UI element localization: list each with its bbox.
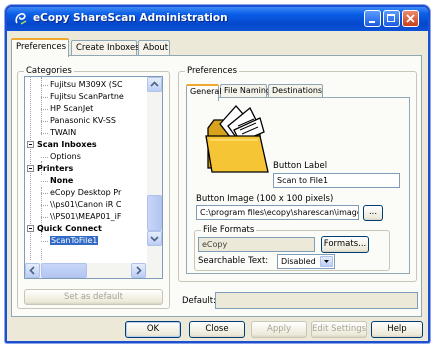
tree-item-fujitsu-scanpartner[interactable]: Fujitsu ScanPartne — [50, 92, 124, 101]
preferences-legend: Preferences — [185, 66, 239, 76]
scroll-up-button[interactable] — [147, 77, 162, 92]
searchable-text-select[interactable]: Disabled — [277, 254, 335, 269]
collapse-scan-inboxes-icon[interactable] — [27, 141, 34, 148]
maximize-button[interactable] — [383, 10, 400, 27]
scroll-right-button[interactable] — [131, 263, 146, 278]
tree-item-ps01-canon[interactable]: \\ps01\Canon iR C — [50, 200, 122, 209]
tab-file-naming[interactable]: File Naming — [220, 84, 271, 98]
formats-button[interactable]: Formats... — [321, 236, 369, 253]
categories-legend: Categories — [24, 66, 74, 76]
apply-button[interactable]: Apply — [251, 321, 307, 338]
file-formats-legend: File Formats — [201, 225, 257, 235]
admin-window: eCopy ShareScan Administration Preferenc… — [5, 5, 430, 343]
button-image-path-input[interactable]: C:\program files\ecopy\sharescan\images — [196, 205, 359, 220]
tree-item-quick-connect[interactable]: Quick Connect — [37, 224, 102, 233]
tree-line — [41, 181, 48, 182]
edit-settings-button[interactable]: Edit Settings — [311, 321, 367, 338]
tree-item-fujitsu-m309x[interactable]: Fujitsu M309X (SC — [50, 80, 123, 89]
searchable-text-value: Disabled — [281, 257, 316, 266]
scroll-left-button[interactable] — [25, 263, 40, 278]
general-tab-panel: Button Label Scan to File1 Button Image … — [186, 97, 410, 274]
tree-item-none[interactable]: None — [50, 176, 73, 185]
tree-line — [41, 97, 48, 98]
tree-item-scan-inboxes[interactable]: Scan Inboxes — [37, 140, 97, 149]
tab-destinations[interactable]: Destinations — [268, 84, 323, 98]
tree-item-scantofile1[interactable]: ScanToFile1 — [50, 236, 99, 245]
tree-item-ps01-meap01[interactable]: \\PS01\MEAP01_iF — [50, 212, 121, 221]
close-button[interactable]: Close — [189, 321, 245, 338]
tree-horizontal-scrollbar[interactable] — [25, 263, 162, 278]
tree-item-ecopy-desktop[interactable]: eCopy Desktop Pr — [50, 188, 121, 197]
ecopy-app-icon — [15, 13, 27, 25]
tree-line — [41, 109, 48, 110]
minimize-icon — [369, 21, 375, 23]
tree-line — [41, 217, 48, 218]
tree-line — [41, 249, 42, 260]
tab-general[interactable]: General — [186, 84, 222, 101]
window-title: eCopy ShareScan Administration — [33, 12, 228, 24]
categories-tree[interactable]: Fujitsu M309X (SC Fujitsu ScanPartne HP … — [24, 76, 163, 279]
scroll-thumb[interactable] — [147, 195, 162, 231]
hscroll-thumb[interactable] — [41, 263, 87, 278]
maximize-icon — [387, 14, 395, 22]
tree-item-options[interactable]: Options — [50, 152, 81, 161]
collapse-printers-icon[interactable] — [27, 165, 34, 172]
default-value-field — [215, 292, 418, 309]
tree-line — [41, 205, 48, 206]
tree-line — [41, 157, 48, 158]
tab-preferences[interactable]: Preferences — [11, 38, 69, 57]
file-format-value: eCopy — [198, 237, 315, 252]
tree-item-hp-scanjet[interactable]: HP ScanJet — [50, 104, 93, 113]
title-bar[interactable]: eCopy ShareScan Administration — [7, 7, 428, 31]
chevron-up-icon — [150, 81, 159, 87]
chevron-down-icon — [150, 236, 159, 242]
ok-button[interactable]: OK — [125, 321, 181, 338]
minimize-button[interactable] — [364, 10, 381, 27]
scroll-down-button[interactable] — [147, 231, 162, 246]
button-label-caption: Button Label — [273, 161, 328, 171]
tab-create-inboxes[interactable]: Create Inboxes — [71, 40, 140, 56]
tree-vertical-scrollbar[interactable] — [147, 77, 162, 263]
button-image-caption: Button Image (100 x 100 pixels) — [196, 194, 334, 204]
close-icon — [406, 14, 415, 23]
tab-about[interactable]: About — [138, 40, 170, 56]
preferences-tab-panel: Categories Fujitsu M309X (SC Fujitsu Sca… — [11, 55, 422, 317]
tree-line — [41, 241, 48, 242]
browse-image-button[interactable]: ... — [363, 205, 383, 221]
close-window-button[interactable] — [402, 10, 419, 27]
tree-item-twain[interactable]: TWAIN — [50, 128, 76, 137]
tree-line — [41, 85, 48, 86]
tree-item-printers[interactable]: Printers — [37, 164, 73, 173]
searchable-text-caption: Searchable Text: — [198, 256, 269, 266]
default-label: Default: — [182, 296, 216, 306]
collapse-quick-connect-icon[interactable] — [27, 225, 34, 232]
tree-line — [41, 121, 48, 122]
help-button[interactable]: Help — [371, 321, 423, 338]
dropdown-arrow-icon — [320, 256, 333, 267]
button-label-input[interactable]: Scan to File1 — [273, 173, 400, 188]
folder-documents-icon — [205, 105, 269, 173]
set-as-default-button[interactable]: Set as default — [24, 289, 163, 305]
tree-item-panasonic[interactable]: Panasonic KV-SS — [50, 116, 116, 125]
tree-line — [41, 133, 48, 134]
chevron-right-icon — [136, 266, 142, 275]
chevron-left-icon — [29, 266, 35, 275]
tree-line — [41, 193, 48, 194]
